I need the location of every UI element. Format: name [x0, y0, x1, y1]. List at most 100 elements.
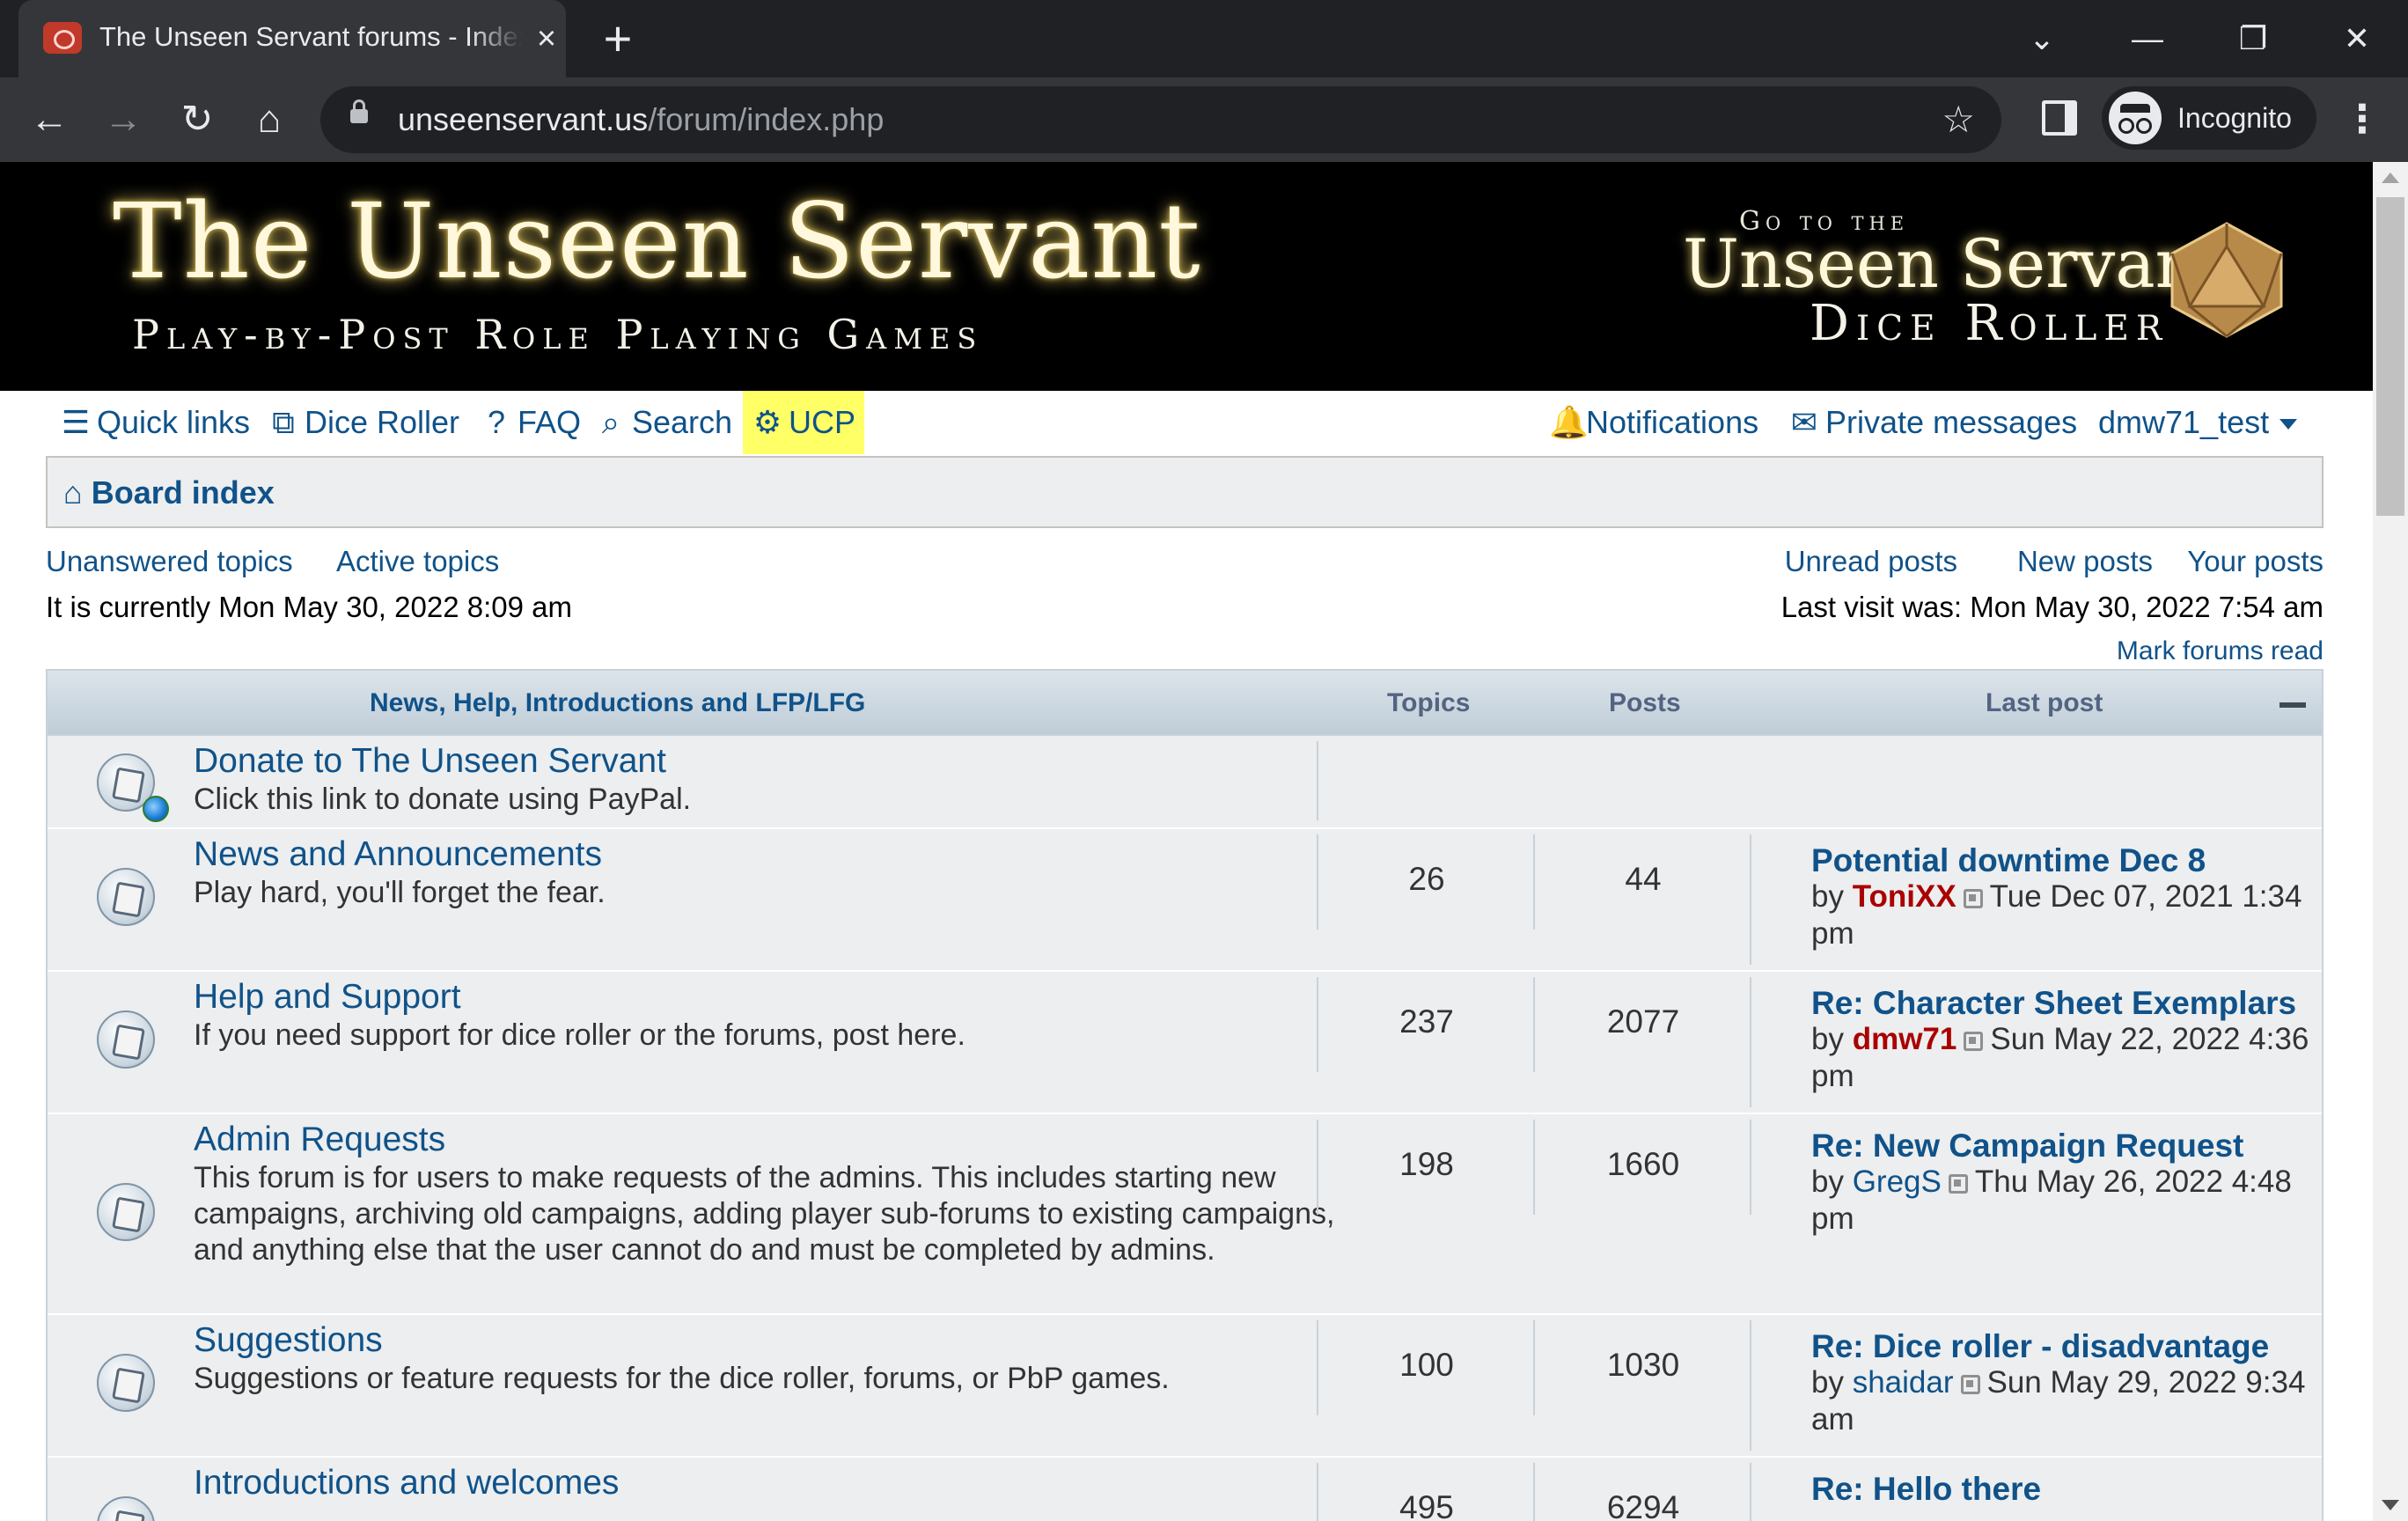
- incognito-icon: [2109, 92, 2162, 144]
- incognito-profile-button[interactable]: Incognito: [2102, 86, 2316, 150]
- your-posts-link[interactable]: Your posts: [2187, 542, 2324, 581]
- view-latest-post-icon[interactable]: [1964, 1031, 1984, 1051]
- new-posts-link[interactable]: New posts: [2017, 542, 2153, 581]
- forum-list: News, Help, Introductions and LFP/LFG To…: [46, 669, 2324, 1521]
- site-logo-title[interactable]: The Unseen Servant: [113, 188, 1201, 294]
- forum-row: Help and Support If you need support for…: [48, 972, 2322, 1114]
- new-tab-button[interactable]: +: [598, 14, 637, 63]
- d20-dice-icon[interactable]: [2165, 220, 2288, 340]
- last-post-title[interactable]: Re: Hello there: [1811, 1470, 2041, 1509]
- last-post-title[interactable]: Re: Character Sheet Exemplars: [1811, 984, 2296, 1023]
- browser-tab-strip: The Unseen Servant forums - Index page ×…: [0, 0, 2408, 77]
- posts-count: 1030: [1606, 1347, 1680, 1383]
- last-post-title[interactable]: Potential downtime Dec 8: [1811, 841, 2206, 880]
- scroll-up-arrow-icon[interactable]: [2382, 173, 2399, 183]
- scrollbar-thumb[interactable]: [2376, 197, 2404, 516]
- forum-read-icon: [97, 1183, 155, 1241]
- site-logo-subtitle: Play-by-Post Role Playing Games: [132, 311, 984, 358]
- topics-column-header: Topics: [1387, 688, 1471, 717]
- category-header: News, Help, Introductions and LFP/LFG To…: [48, 671, 2322, 736]
- column-divider: [1317, 741, 1318, 820]
- last-post-author[interactable]: dmw71: [1853, 1022, 1957, 1056]
- page-content: The Unseen Servant Play-by-Post Role Pla…: [0, 162, 2373, 1521]
- forum-row: Admin Requests This forum is for users t…: [48, 1114, 2322, 1315]
- forum-read-icon: [97, 1010, 155, 1069]
- column-divider: [1750, 834, 1751, 965]
- board-index-link[interactable]: ⌂ Board index: [63, 468, 275, 518]
- lock-icon[interactable]: [350, 99, 368, 123]
- forum-title[interactable]: Suggestions: [194, 1320, 383, 1361]
- browser-tab-active[interactable]: The Unseen Servant forums - Index page ×: [18, 0, 566, 77]
- collapse-category-icon[interactable]: [2280, 702, 2306, 708]
- unanswered-topics-link[interactable]: Unanswered topics: [46, 542, 293, 581]
- posts-count: 44: [1625, 861, 1662, 897]
- column-divider: [1750, 977, 1751, 1107]
- bookmark-star-icon[interactable]: ☆: [1942, 99, 1975, 141]
- column-divider: [1750, 1320, 1751, 1451]
- caret-down-icon: [2280, 419, 2298, 430]
- topics-count: 100: [1399, 1347, 1454, 1383]
- ucp-link[interactable]: ⚙ UCP: [743, 391, 865, 454]
- category-title[interactable]: News, Help, Introductions and LFP/LFG: [370, 685, 865, 722]
- page-scrollbar[interactable]: [2373, 162, 2408, 1521]
- last-post-meta: by dmw71 Sun May 22, 2022 4:36 pm: [1811, 1022, 2309, 1093]
- forum-description: Click this link to donate using PayPal.: [194, 783, 692, 816]
- side-panel-icon[interactable]: [2042, 100, 2077, 136]
- forum-title[interactable]: News and Announcements: [194, 834, 602, 875]
- private-messages-link[interactable]: ✉ Private messages: [1788, 391, 2077, 454]
- home-icon: ⌂: [63, 474, 83, 511]
- incognito-label: Incognito: [2177, 102, 2292, 134]
- last-post-author[interactable]: shaidar: [1853, 1365, 1954, 1400]
- notifications-link[interactable]: 🔔Notifications: [1549, 391, 1758, 454]
- dice-roller-link[interactable]: ⧉ Dice Roller: [268, 391, 459, 454]
- restore-button[interactable]: ❐: [2227, 12, 2280, 65]
- close-window-button[interactable]: ✕: [2331, 12, 2383, 65]
- last-visit-text: Last visit was: Mon May 30, 2022 7:54 am: [1780, 591, 2324, 623]
- last-post-title[interactable]: Re: Dice roller - disadvantage: [1811, 1327, 2269, 1366]
- scroll-down-arrow-icon[interactable]: [2382, 1500, 2399, 1510]
- last-post-column-header: Last post: [1986, 688, 2103, 717]
- url-text[interactable]: unseenservant.us/forum/index.php: [398, 102, 884, 137]
- mark-forums-read-link[interactable]: Mark forums read: [2117, 634, 2324, 669]
- topics-count: 495: [1399, 1489, 1454, 1521]
- view-latest-post-icon[interactable]: [1963, 888, 1983, 908]
- forum-title[interactable]: Introductions and welcomes: [194, 1463, 619, 1503]
- forum-title[interactable]: Donate to The Unseen Servant: [194, 741, 666, 782]
- tab-search-button[interactable]: ⌄: [2015, 12, 2068, 65]
- reload-button[interactable]: ↻: [174, 97, 220, 143]
- last-post-author[interactable]: GregS: [1853, 1165, 1942, 1199]
- tab-close-icon[interactable]: ×: [529, 19, 564, 58]
- posts-count: 2077: [1606, 1003, 1680, 1040]
- forum-row: Suggestions Suggestions or feature reque…: [48, 1315, 2322, 1458]
- user-menu[interactable]: dmw71_test: [2098, 391, 2298, 454]
- topics-count: 198: [1399, 1146, 1454, 1182]
- forward-button[interactable]: →: [100, 97, 146, 143]
- forum-description: Suggestions or feature requests for the …: [194, 1362, 1170, 1395]
- topics-count: 26: [1408, 861, 1445, 897]
- forum-row: Donate to The Unseen Servant Click this …: [48, 736, 2322, 829]
- browser-menu-icon[interactable]: ⋮: [2343, 95, 2382, 144]
- index-sublinks: Unanswered topics Active topics Unread p…: [46, 530, 2324, 665]
- last-post-title[interactable]: Re: New Campaign Request: [1811, 1127, 2243, 1165]
- unread-posts-link[interactable]: Unread posts: [1785, 542, 1957, 581]
- back-button[interactable]: ←: [26, 97, 72, 143]
- forum-title[interactable]: Help and Support: [194, 977, 461, 1018]
- posts-column-header: Posts: [1609, 688, 1681, 717]
- dice-roller-banner-subtitle[interactable]: Dice Roller: [1810, 290, 2169, 357]
- bell-icon: 🔔: [1549, 404, 1589, 440]
- quick-links-menu[interactable]: ☰ Quick links: [60, 391, 250, 454]
- view-latest-post-icon[interactable]: [1948, 1173, 1968, 1194]
- last-post-meta: by ToniXX Tue Dec 07, 2021 1:34 pm: [1811, 879, 2302, 951]
- forum-link-icon: [97, 753, 169, 822]
- current-time-text: It is currently Mon May 30, 2022 8:09 am: [46, 591, 572, 623]
- last-post-author[interactable]: ToniXX: [1853, 879, 1956, 914]
- forum-title[interactable]: Admin Requests: [194, 1120, 445, 1160]
- view-latest-post-icon[interactable]: [1960, 1374, 1980, 1394]
- address-bar[interactable]: unseenservant.us/forum/index.php ☆: [320, 86, 2001, 153]
- active-topics-link[interactable]: Active topics: [336, 542, 499, 581]
- home-button[interactable]: ⌂: [246, 97, 292, 143]
- faq-link[interactable]: ? FAQ: [481, 391, 581, 454]
- search-link[interactable]: ⌕ Search: [595, 391, 732, 454]
- minimize-button[interactable]: —: [2121, 12, 2174, 65]
- external-link-icon: ⧉: [272, 404, 295, 440]
